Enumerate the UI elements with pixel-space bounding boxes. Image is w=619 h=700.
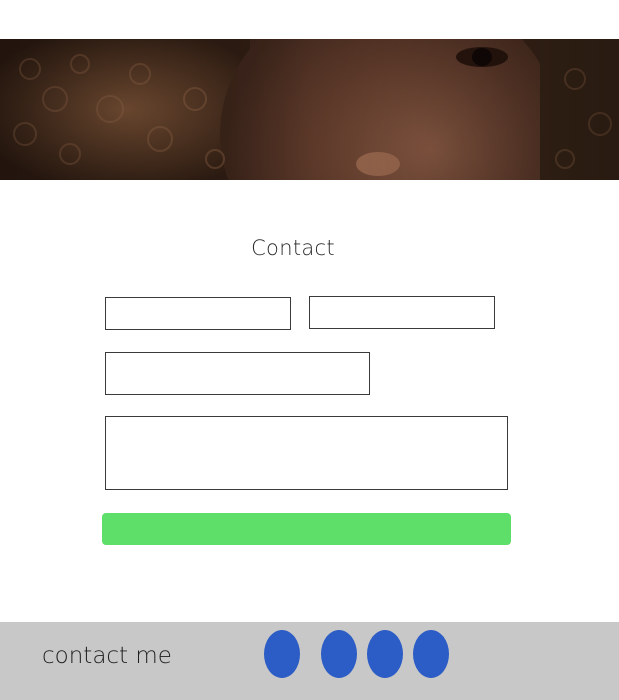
submit-button[interactable] (102, 513, 511, 545)
hero-image (0, 39, 619, 180)
footer-contact-label: contact me (42, 643, 172, 669)
hero-photo-graphic (0, 39, 619, 180)
social-icon[interactable] (367, 630, 403, 678)
social-icon[interactable] (413, 630, 449, 678)
footer: contact me (0, 622, 619, 700)
page: Contact contact me (0, 0, 619, 700)
social-icon[interactable] (264, 630, 300, 678)
message-textarea[interactable] (105, 416, 508, 490)
first-name-input[interactable] (105, 297, 291, 330)
last-name-input[interactable] (309, 296, 495, 329)
contact-heading: Contact (251, 236, 335, 260)
email-input[interactable] (105, 352, 370, 395)
social-icon[interactable] (321, 630, 357, 678)
